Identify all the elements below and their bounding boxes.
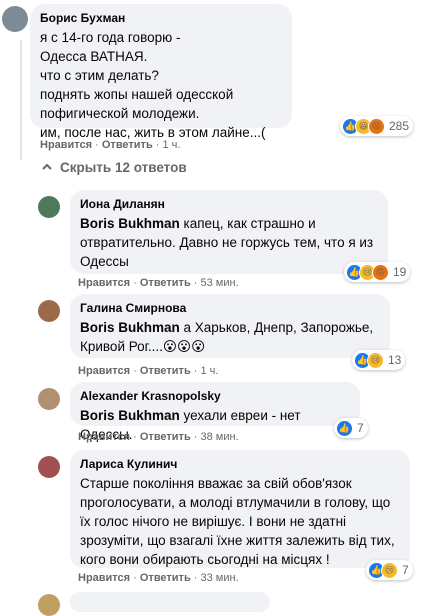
reply-bubble: Иона Диланян Boris Bukhman капец, как ст… bbox=[70, 190, 388, 274]
reply-button[interactable]: Ответить bbox=[140, 277, 191, 289]
reply-actions: Нравится · Ответить · 1 ч. bbox=[78, 365, 219, 377]
reply-button[interactable]: Ответить bbox=[140, 431, 191, 443]
angry-icon: 😡 bbox=[372, 263, 389, 281]
avatar[interactable] bbox=[38, 388, 60, 410]
angry-icon: 😡 bbox=[368, 117, 385, 135]
like-button[interactable]: Нравится bbox=[78, 277, 130, 289]
reaction-count: 7 bbox=[402, 563, 409, 577]
comment-bubble: Борис Бухман я с 14-го года говорю - Оде… bbox=[30, 4, 292, 140]
sad-icon: 😢 bbox=[367, 351, 384, 369]
reply-bubble: Alexander Krasnopolsky Boris Bukhman уех… bbox=[70, 382, 360, 442]
reaction-summary[interactable]: 👍 😢 😡 19 bbox=[344, 262, 411, 282]
like-icon: 👍 bbox=[336, 419, 353, 437]
like-button[interactable]: Нравится bbox=[78, 431, 130, 443]
reaction-summary[interactable]: 👍 😢 7 bbox=[366, 560, 413, 580]
sad-icon: 😢 bbox=[381, 561, 398, 579]
reply-actions: Нравится · Ответить · 33 мин. bbox=[78, 572, 239, 584]
thread-line bbox=[20, 40, 22, 160]
mention-link[interactable]: Boris Bukhman bbox=[80, 320, 180, 335]
reply-button[interactable]: Ответить bbox=[140, 572, 191, 584]
timestamp[interactable]: 1 ч. bbox=[201, 365, 219, 377]
reply-button[interactable]: Ответить bbox=[140, 365, 191, 377]
reaction-count: 285 bbox=[389, 119, 410, 133]
avatar[interactable] bbox=[2, 6, 28, 32]
avatar[interactable] bbox=[38, 594, 60, 616]
reply-actions: Нравится · Ответить · 38 мин. bbox=[78, 431, 239, 443]
toggle-label: Скрыть 12 ответов bbox=[60, 160, 187, 175]
timestamp[interactable]: 1 ч. bbox=[163, 139, 181, 151]
reply-bubble: Лариса Кулинич Старше покоління вважає з… bbox=[70, 450, 410, 568]
like-button[interactable]: Нравится bbox=[40, 139, 92, 151]
comment-author[interactable]: Борис Бухман bbox=[40, 11, 282, 26]
avatar[interactable] bbox=[38, 456, 60, 478]
comment-text: я с 14-го года говорю - Одесса ВАТНАЯ. ч… bbox=[40, 30, 266, 140]
reply-text: Старше покоління вважає за свій обов'язо… bbox=[80, 476, 395, 567]
arrow-up-icon bbox=[42, 163, 52, 170]
reply-author[interactable]: Лариса Кулинич bbox=[80, 457, 400, 472]
reply-bubble bbox=[70, 592, 270, 612]
reaction-count: 13 bbox=[388, 353, 402, 367]
avatar[interactable] bbox=[38, 196, 60, 218]
timestamp[interactable]: 38 мин. bbox=[201, 431, 239, 443]
reply-author[interactable]: Иона Диланян bbox=[80, 197, 378, 212]
reply-button[interactable]: Ответить bbox=[102, 139, 153, 151]
reaction-summary[interactable]: 👍 7 bbox=[334, 418, 368, 438]
reaction-count: 19 bbox=[393, 265, 407, 279]
reply-actions: Нравится · Ответить · 53 мин. bbox=[78, 277, 239, 289]
reply-bubble: Галина Смирнова Boris Bukhman а Харьков,… bbox=[70, 294, 390, 358]
avatar[interactable] bbox=[38, 300, 60, 322]
reply-author[interactable]: Alexander Krasnopolsky bbox=[80, 389, 350, 404]
reaction-summary[interactable]: 👍 😢 13 bbox=[352, 350, 406, 370]
mention-link[interactable]: Boris Bukhman bbox=[80, 408, 180, 423]
reply-author[interactable]: Галина Смирнова bbox=[80, 301, 380, 316]
mention-link[interactable]: Boris Bukhman bbox=[80, 216, 180, 231]
hide-replies-toggle[interactable]: Скрыть 12 ответов bbox=[40, 160, 187, 175]
comment-actions: Нравится · Ответить · 1 ч. bbox=[40, 139, 181, 151]
timestamp[interactable]: 53 мин. bbox=[201, 277, 239, 289]
like-button[interactable]: Нравится bbox=[78, 572, 130, 584]
like-button[interactable]: Нравится bbox=[78, 365, 130, 377]
reaction-summary[interactable]: 👍 😆 😡 285 bbox=[340, 116, 414, 136]
timestamp[interactable]: 33 мин. bbox=[201, 572, 239, 584]
reaction-count: 7 bbox=[357, 421, 364, 435]
